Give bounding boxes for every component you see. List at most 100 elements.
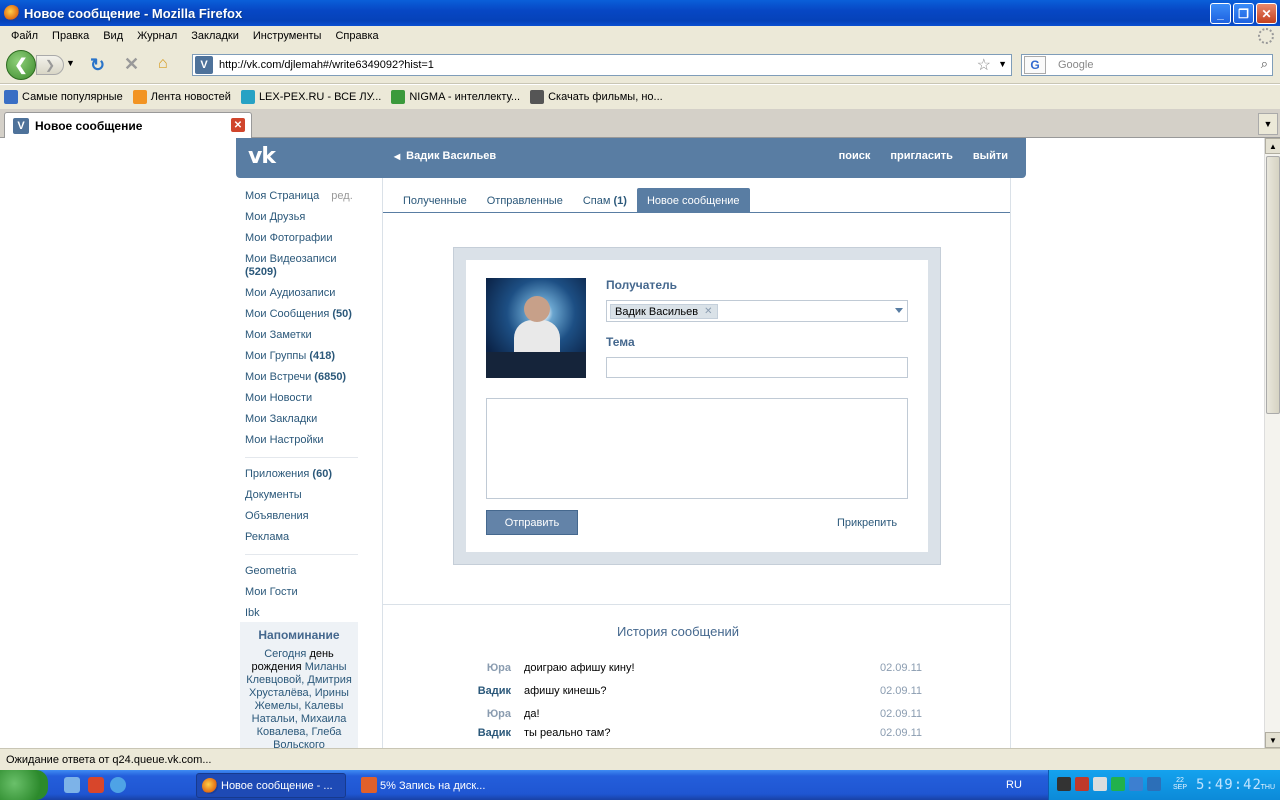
nav-messages[interactable]: Мои Сообщения (50) (245, 304, 360, 325)
recipient-chip[interactable]: Вадик Васильев ✕ (610, 304, 718, 319)
history-divider (383, 604, 1010, 605)
bookmark-item[interactable]: LEX-PEX.RU - ВСЕ ЛУ... (240, 90, 381, 104)
tab-list-button[interactable]: ▼ (1258, 113, 1278, 135)
forward-button[interactable]: ❯ (36, 55, 64, 75)
attach-link[interactable]: Прикрепить (837, 517, 897, 529)
invite-link[interactable]: пригласить (890, 150, 953, 162)
reminder-today[interactable]: Сегодня (264, 648, 306, 660)
minimize-button[interactable]: _ (1210, 3, 1231, 24)
bookmark-item[interactable]: Скачать фильмы, но... (530, 90, 663, 104)
message-textarea[interactable] (486, 398, 908, 499)
tab-new-message[interactable]: Новое сообщение (636, 188, 750, 212)
nav-news[interactable]: Мои Новости (245, 388, 360, 409)
tab-received[interactable]: Полученные (393, 188, 477, 212)
nav-advertising[interactable]: Реклама (245, 527, 360, 548)
nav-videos[interactable]: Мои Видеозаписи (5209) (245, 249, 360, 283)
message-author[interactable]: Вадик (478, 685, 511, 697)
menu-bookmarks[interactable]: Закладки (184, 30, 246, 42)
remove-recipient-icon[interactable]: ✕ (704, 306, 712, 317)
nav-label: Мои Друзья (245, 211, 306, 223)
taskbar-task-firefox[interactable]: Новое сообщение - ... (196, 773, 346, 798)
nav-ads[interactable]: Объявления (245, 506, 360, 527)
nav-events[interactable]: Мои Встречи (6850) (245, 367, 360, 388)
nav-ibk[interactable]: Ibk (245, 603, 360, 624)
task-label: 5% Запись на диск... (380, 779, 486, 792)
scroll-thumb[interactable] (1266, 156, 1280, 414)
nav-guests[interactable]: Мои Гости (245, 582, 360, 603)
nav-photos[interactable]: Мои Фотографии (245, 228, 360, 249)
menu-view[interactable]: Вид (96, 30, 130, 42)
edit-link[interactable]: ред. (331, 190, 352, 202)
reload-icon[interactable]: ↻ (90, 55, 105, 76)
network-icon[interactable] (1075, 777, 1089, 791)
start-button[interactable] (0, 770, 48, 800)
menu-tools[interactable]: Инструменты (246, 30, 329, 42)
url-dropdown-icon[interactable]: ▼ (998, 59, 1007, 69)
reminder-names[interactable]: Миланы Клевцовой, Дмитрия Хрусталёва, Ир… (246, 661, 352, 748)
opera-icon[interactable] (88, 777, 104, 793)
tray-green-icon[interactable] (1111, 777, 1125, 791)
nav-friends[interactable]: Мои Друзья (245, 207, 360, 228)
recipient-field[interactable]: Вадик Васильев ✕ (606, 300, 908, 322)
bookmark-star-icon[interactable]: ☆ (977, 55, 991, 75)
clock[interactable]: 5:49:42 (1196, 777, 1262, 793)
language-indicator[interactable]: RU (1006, 779, 1022, 791)
nav-label: Мои Видеозаписи (245, 253, 337, 265)
browser-tab[interactable]: V Новое сообщение ✕ (4, 112, 252, 138)
vk-user-link[interactable]: ◀ Вадик Васильев (394, 150, 496, 162)
message-author[interactable]: Юра (487, 708, 511, 720)
tab-close-icon[interactable]: ✕ (231, 118, 245, 132)
back-button[interactable]: ❮ (6, 50, 36, 80)
search-bar[interactable]: G Google ⌕ (1021, 54, 1273, 76)
volume-icon[interactable] (1093, 777, 1107, 791)
main-column: Полученные Отправленные Спам (1) Новое с… (382, 178, 1011, 748)
search-input[interactable]: Google (1058, 59, 1093, 71)
logout-link[interactable]: выйти (973, 150, 1008, 162)
nav-groups[interactable]: Мои Группы (418) (245, 346, 360, 367)
nav-apps[interactable]: Приложения (60) (245, 464, 360, 485)
tray-app-icon[interactable] (1057, 777, 1071, 791)
message-author[interactable]: Вадик (478, 727, 511, 739)
menu-help[interactable]: Справка (328, 30, 385, 42)
vertical-scrollbar[interactable]: ▲ ▼ (1264, 138, 1280, 748)
internet-explorer-icon[interactable] (110, 777, 126, 793)
close-button[interactable]: ✕ (1256, 3, 1277, 24)
scroll-down-icon[interactable]: ▼ (1265, 732, 1280, 748)
nav-settings[interactable]: Мои Настройки (245, 430, 360, 451)
google-engine-icon[interactable]: G (1024, 56, 1046, 74)
history-dropdown-icon[interactable]: ▼ (66, 58, 75, 68)
vk-logo[interactable]: vk (248, 144, 276, 169)
bookmark-item[interactable]: NIGMA - интеллекту... (391, 90, 520, 104)
nav-bookmarks[interactable]: Мои Закладки (245, 409, 360, 430)
tray-blue-icon[interactable] (1129, 777, 1143, 791)
maximize-button[interactable]: ❐ (1233, 3, 1254, 24)
message-author[interactable]: Юра (487, 662, 511, 674)
menu-edit[interactable]: Правка (45, 30, 96, 42)
nav-geometria[interactable]: Geometria (245, 561, 360, 582)
scroll-up-icon[interactable]: ▲ (1265, 138, 1280, 154)
nav-documents[interactable]: Документы (245, 485, 360, 506)
search-icon[interactable]: ⌕ (1261, 56, 1268, 72)
search-link[interactable]: поиск (839, 150, 871, 162)
stop-icon[interactable]: ✕ (124, 54, 139, 75)
tab-label: Спам (582, 195, 611, 207)
show-desktop-icon[interactable] (64, 777, 80, 793)
tab-sent[interactable]: Отправленные (477, 188, 573, 212)
tray-display-icon[interactable] (1147, 777, 1161, 791)
bookmark-item[interactable]: Самые популярные (4, 90, 123, 104)
taskbar-task-burn[interactable]: 5% Запись на диск... (356, 773, 506, 798)
nav-notes[interactable]: Мои Заметки (245, 325, 360, 346)
home-icon[interactable]: ⌂ (158, 55, 168, 73)
menu-file[interactable]: Файл (4, 30, 45, 42)
url-bar[interactable]: V http://vk.com/djlemah#/write6349092?hi… (192, 54, 1012, 76)
nav-audio[interactable]: Мои Аудиозаписи (245, 283, 360, 304)
bookmark-item[interactable]: Лента новостей (132, 90, 231, 104)
tab-spam[interactable]: Спам (1) (573, 188, 637, 212)
url-text[interactable]: http://vk.com/djlemah#/write6349092?hist… (219, 59, 434, 71)
chevron-down-icon[interactable] (895, 308, 903, 313)
recipient-avatar[interactable] (486, 278, 586, 378)
menu-history[interactable]: Журнал (130, 30, 184, 42)
subject-input[interactable] (606, 357, 908, 378)
nav-my-page[interactable]: Моя Страница ред. (245, 186, 360, 207)
send-button[interactable]: Отправить (486, 510, 578, 535)
